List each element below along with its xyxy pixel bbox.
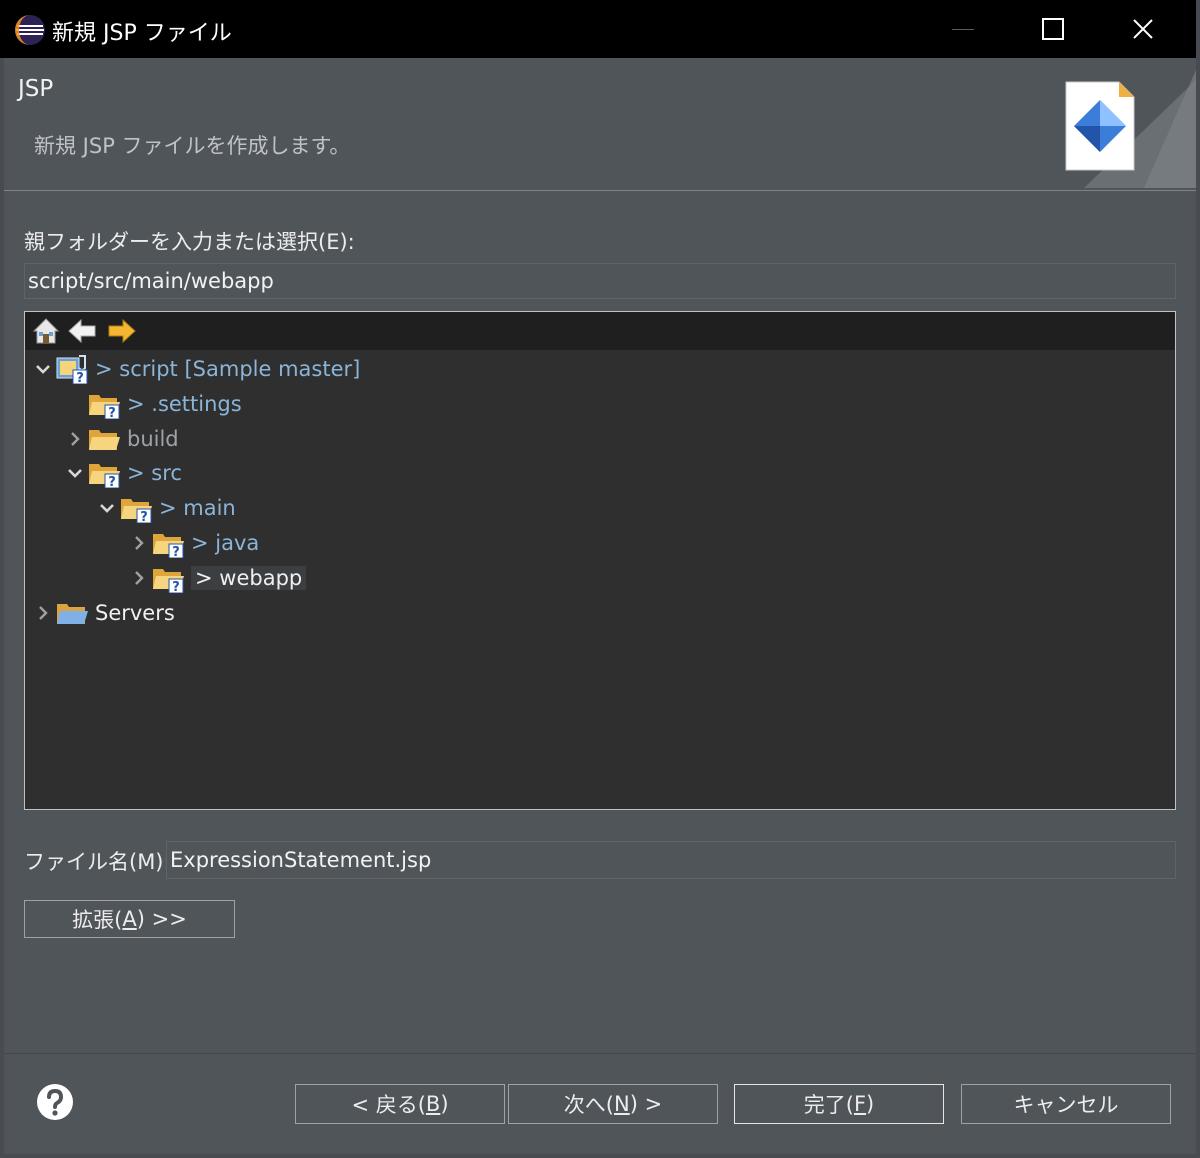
tree-item-label: build (127, 426, 179, 451)
next-button[interactable]: 次へ(N) > (508, 1084, 718, 1124)
folder-open-icon (55, 598, 89, 628)
tree-item-label: > src (127, 461, 182, 486)
tree-item[interactable]: ? > java (127, 526, 259, 560)
tree-item-label: > webapp (191, 565, 307, 590)
title-bar: 新規 JSP ファイル (0, 0, 1196, 58)
close-icon (1133, 19, 1153, 39)
finish-label-prefix: 完了( (803, 1093, 854, 1117)
chevron-right-icon[interactable] (63, 427, 87, 451)
next-mnemonic: N (614, 1092, 630, 1116)
chevron-right-icon[interactable] (127, 566, 151, 590)
chevron-right-icon[interactable] (127, 531, 151, 555)
folder-unversioned-icon: ? (151, 528, 185, 560)
back-label-suffix: ) (440, 1092, 449, 1116)
banner-description: 新規 JSP ファイルを作成します。 (34, 134, 351, 158)
chevron-right-icon[interactable] (31, 601, 55, 625)
close-button[interactable] (1098, 0, 1188, 58)
advanced-label-suffix: ) >> (136, 907, 187, 931)
svg-text:?: ? (172, 545, 180, 558)
back-button[interactable]: < 戻る(B) (295, 1084, 505, 1124)
tree-item[interactable]: ? > src (63, 456, 182, 490)
svg-text:?: ? (172, 580, 180, 593)
tree-item-label: > .settings (127, 391, 242, 416)
parent-folder-label: 親フォルダーを入力または選択(E): (24, 230, 355, 254)
forward-arrow-icon[interactable] (107, 316, 137, 346)
maximize-button[interactable] (1008, 0, 1098, 58)
back-arrow-icon[interactable] (67, 316, 97, 346)
next-label-suffix: ) > (629, 1092, 663, 1116)
tree-item[interactable]: ? > .settings (63, 387, 242, 421)
project-icon: ? (55, 354, 89, 386)
folder-unversioned-icon: ? (119, 493, 153, 525)
finish-mnemonic: F (853, 1092, 867, 1116)
window-title: 新規 JSP ファイル (52, 21, 232, 46)
jsp-file-wizard-icon (1065, 70, 1196, 188)
chevron-down-icon[interactable] (63, 461, 87, 485)
chevron-down-icon[interactable] (95, 496, 119, 520)
svg-text:?: ? (108, 475, 116, 488)
minimize-button[interactable] (918, 0, 1008, 58)
svg-text:?: ? (140, 510, 148, 523)
tree-item[interactable]: ? > webapp (127, 561, 307, 595)
folder-icon (87, 424, 121, 454)
tree-toolbar (25, 312, 1175, 350)
help-icon[interactable] (36, 1083, 74, 1121)
home-icon[interactable] (31, 316, 61, 346)
folder-unversioned-icon: ? (87, 458, 121, 490)
advanced-mnemonic: A (122, 907, 137, 931)
folder-tree[interactable]: ? > script [Sample master]? > .settings bui… (24, 311, 1176, 810)
finish-button[interactable]: 完了(F) (734, 1084, 944, 1124)
maximize-icon (1042, 18, 1064, 40)
back-mnemonic: B (425, 1092, 441, 1116)
svg-text:?: ? (76, 371, 84, 384)
finish-label-suffix: ) (866, 1092, 875, 1116)
back-label-prefix: < 戻る( (351, 1093, 426, 1117)
file-name-label: ファイル名(M): (24, 850, 171, 874)
no-expander (63, 392, 87, 416)
tree-item[interactable]: ? > script [Sample master] (31, 352, 360, 386)
minimize-icon (952, 28, 974, 30)
svg-text:?: ? (108, 406, 116, 419)
folder-unversioned-icon: ? (87, 389, 121, 421)
tree-item[interactable]: ? > main (95, 491, 236, 525)
tree-item-label: Servers (95, 600, 175, 625)
banner-title: JSP (18, 76, 54, 102)
file-name-input[interactable]: ExpressionStatement.jsp (166, 841, 1176, 879)
footer-divider (4, 1053, 1196, 1054)
tree-item[interactable]: build (63, 422, 179, 456)
tree-item-label: > main (159, 496, 236, 521)
chevron-down-icon[interactable] (31, 357, 55, 381)
cancel-button[interactable]: キャンセル (961, 1084, 1171, 1124)
eclipse-icon (15, 15, 45, 45)
tree-item[interactable]: Servers (31, 596, 175, 630)
next-label-prefix: 次へ( (563, 1093, 614, 1117)
tree-item-label: > script [Sample master] (95, 357, 361, 381)
tree-item-label: > java (191, 531, 260, 555)
advanced-label-prefix: 拡張( (72, 908, 123, 932)
advanced-button[interactable]: 拡張(A) >> (24, 900, 235, 938)
folder-unversioned-icon: ? (151, 563, 185, 595)
wizard-banner: JSP 新規 JSP ファイルを作成します。 (4, 58, 1196, 191)
parent-folder-input[interactable]: script/src/main/webapp (24, 263, 1176, 299)
